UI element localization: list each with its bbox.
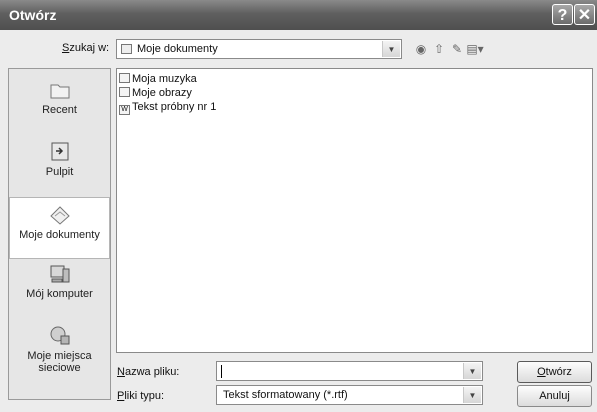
cancel-button[interactable]: Anuluj	[517, 385, 592, 407]
open-dialog: Otwórz ? ✕ Szukaj w: Moje dokumenty ▼ ◉ ⇧…	[0, 0, 597, 412]
title-bar: Otwórz ? ✕	[0, 0, 597, 30]
new-folder-icon[interactable]: ✎	[448, 40, 466, 58]
help-button[interactable]: ?	[552, 4, 573, 25]
recent-icon	[50, 84, 69, 99]
folder-icon	[119, 73, 130, 83]
help-icon: ?	[557, 7, 568, 24]
desktop-icon	[51, 142, 68, 161]
place-recent[interactable]: Recent	[9, 79, 110, 139]
file-name-label: Nazwa pliku:	[117, 366, 180, 378]
my-documents-icon	[49, 206, 70, 225]
my-computer-icon	[50, 265, 69, 283]
look-in-dropdown[interactable]: Moje dokumenty ▼	[116, 39, 402, 59]
back-icon[interactable]: ◉	[412, 40, 430, 58]
rtf-file-icon: W	[119, 105, 130, 115]
window-title: Otwórz	[9, 7, 57, 23]
network-places-icon	[50, 326, 69, 345]
text-caret	[221, 365, 222, 378]
folder-icon	[121, 44, 132, 54]
list-item[interactable]: W Tekst próbny nr 1	[119, 101, 216, 115]
toolbar: ◉ ⇧ ✎ ▤▾	[412, 40, 502, 58]
place-network[interactable]: Moje miejsca sieciowe	[9, 325, 110, 395]
chevron-down-icon[interactable]: ▼	[463, 387, 481, 403]
place-desktop[interactable]: Pulpit	[9, 141, 110, 197]
place-my-computer[interactable]: Mój komputer	[9, 263, 110, 323]
close-button[interactable]: ✕	[574, 4, 595, 25]
folder-icon	[119, 87, 130, 97]
place-my-documents[interactable]: Moje dokumenty	[9, 197, 110, 259]
close-icon: ✕	[577, 7, 592, 24]
look-in-label: Szukaj w:	[62, 42, 110, 54]
file-name-input[interactable]: ▼	[216, 361, 483, 381]
file-list[interactable]: Moja muzyka Moje obrazy W Tekst próbny nr…	[116, 68, 593, 353]
chevron-down-icon[interactable]: ▼	[382, 41, 400, 57]
open-button[interactable]: Otwórz	[517, 361, 592, 383]
look-in-value: Moje dokumenty	[137, 43, 218, 55]
file-type-dropdown[interactable]: Tekst sformatowany (*.rtf) ▼	[216, 385, 483, 405]
places-bar: Recent Pulpit Moje dokumenty Mój kompute…	[8, 68, 111, 400]
list-item[interactable]: Moje obrazy	[119, 87, 192, 100]
file-type-label: Pliki typu:	[117, 390, 165, 402]
view-menu-icon[interactable]: ▤▾	[466, 40, 484, 58]
up-folder-icon[interactable]: ⇧	[430, 40, 448, 58]
list-item[interactable]: Moja muzyka	[119, 73, 197, 86]
chevron-down-icon[interactable]: ▼	[463, 363, 481, 379]
